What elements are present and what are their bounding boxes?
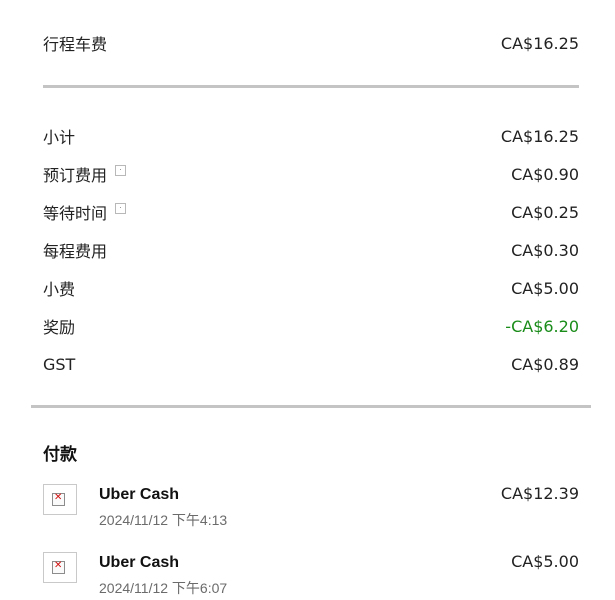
reward-amount: -CA$6.20	[505, 316, 579, 336]
wait-time-amount: CA$0.25	[511, 202, 579, 222]
ride-fare-amount: CA$16.25	[500, 33, 579, 53]
reward-label: 奖励	[43, 318, 76, 337]
reward-row: 奖励 -CA$6.20	[43, 314, 579, 338]
broken-image-icon	[52, 560, 65, 574]
ride-fare-label: 行程车费	[43, 35, 108, 54]
payments-title: 付款	[43, 445, 77, 465]
booking-fee-row: 预订费用 CA$0.90	[43, 162, 579, 186]
section-divider	[31, 405, 591, 408]
wait-time-row: 等待时间 CA$0.25	[43, 200, 579, 224]
booking-fee-label: 预订费用	[43, 166, 108, 185]
fare-divider	[43, 85, 579, 88]
gst-amount: CA$0.89	[511, 354, 579, 374]
payment-method-image	[43, 484, 77, 515]
payment-item: Uber Cash 2024/11/12 下午6:07 CA$5.00	[43, 552, 579, 596]
info-icon[interactable]	[115, 202, 127, 214]
ride-fare-row: 行程车费 CA$16.25	[43, 31, 579, 55]
payment-method-image	[43, 552, 77, 583]
subtotal-label: 小计	[43, 128, 76, 147]
per-trip-fee-amount: CA$0.30	[511, 240, 579, 260]
per-trip-fee-row: 每程费用 CA$0.30	[43, 238, 579, 262]
payment-item: Uber Cash 2024/11/12 下午4:13 CA$12.39	[43, 484, 579, 528]
payment-datetime: 2024/11/12 下午6:07	[99, 580, 228, 596]
payment-amount: CA$5.00	[511, 552, 579, 571]
subtotal-row: 小计 CA$16.25	[43, 124, 579, 148]
tip-row: 小费 CA$5.00	[43, 276, 579, 300]
broken-image-icon	[52, 492, 65, 506]
payment-datetime: 2024/11/12 下午4:13	[99, 512, 228, 528]
wait-time-label: 等待时间	[43, 204, 108, 223]
gst-row: GST CA$0.89	[43, 352, 579, 376]
booking-fee-amount: CA$0.90	[511, 164, 579, 184]
tip-amount: CA$5.00	[511, 278, 579, 298]
info-icon[interactable]	[115, 164, 127, 176]
payment-amount: CA$12.39	[500, 484, 579, 503]
subtotal-amount: CA$16.25	[500, 126, 579, 146]
gst-label: GST	[43, 354, 76, 374]
payment-method-name: Uber Cash	[99, 554, 180, 571]
per-trip-fee-label: 每程费用	[43, 242, 108, 261]
payment-method-name: Uber Cash	[99, 486, 180, 503]
tip-label: 小费	[43, 280, 76, 299]
